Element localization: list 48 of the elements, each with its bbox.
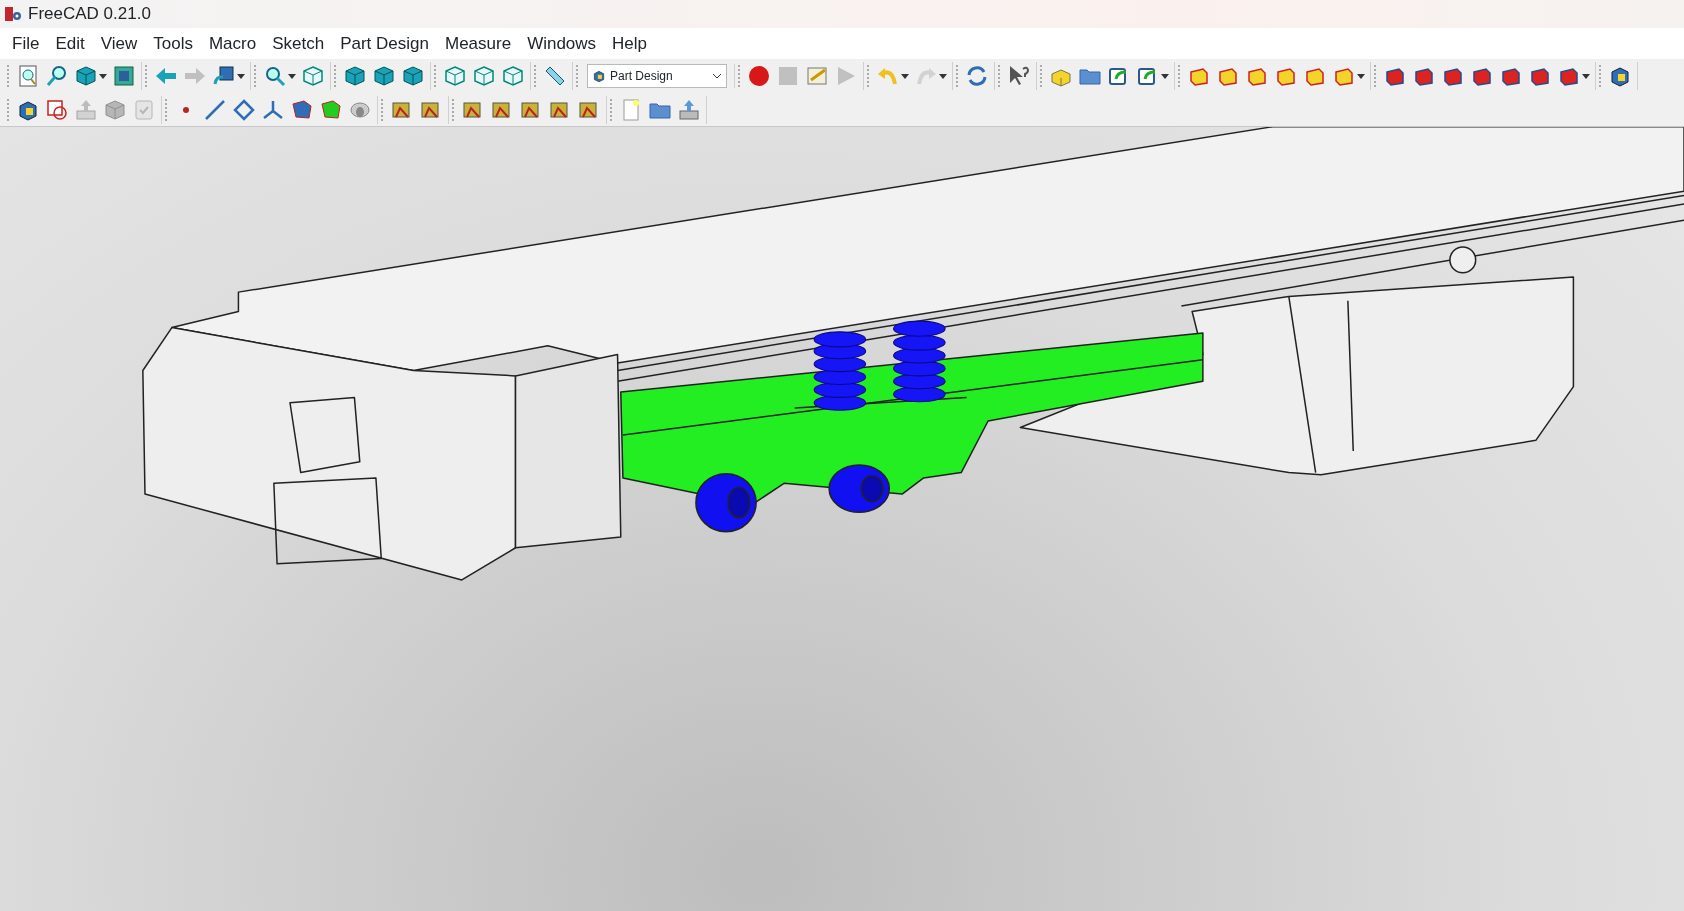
menu-item[interactable]: Part Design [332, 30, 437, 57]
cube-icon [372, 64, 396, 88]
caret-icon [237, 73, 245, 79]
wireframe-cube-icon [301, 64, 325, 88]
zoom-icon [263, 64, 287, 88]
menu-item[interactable]: Measure [437, 30, 520, 57]
wireframe-cube-icon [501, 64, 525, 88]
page-zoom-icon [16, 64, 40, 88]
menu-item[interactable]: Edit [47, 30, 93, 57]
refresh-icon [965, 64, 989, 88]
menu-item[interactable]: View [92, 30, 146, 57]
sketch-icon [45, 97, 69, 122]
stop-icon [776, 64, 800, 88]
pointer-icon [1007, 64, 1031, 88]
caret-icon [712, 73, 722, 79]
menu-item[interactable]: Sketch [264, 30, 333, 57]
record-icon [747, 64, 771, 88]
app-logo-icon [4, 5, 22, 23]
cube-icon [74, 64, 98, 88]
line-icon [203, 97, 227, 122]
filled-shape-icon [319, 97, 343, 122]
3d-viewport[interactable] [0, 127, 1684, 911]
plane-icon [232, 97, 256, 122]
caret-icon [901, 73, 909, 79]
caret-icon [99, 73, 107, 79]
magnifier-icon [45, 64, 69, 88]
workbench-dropdown[interactable]: Part Design [587, 64, 727, 88]
menu-item[interactable]: File [4, 30, 48, 57]
menu-item[interactable]: Windows [519, 30, 605, 57]
wireframe-cube-icon [472, 64, 496, 88]
menu-item[interactable]: Tools [145, 30, 201, 57]
cube-icon [401, 64, 425, 88]
workbench-icon [592, 69, 606, 83]
cube-icon [343, 64, 367, 88]
caret-icon [939, 73, 947, 79]
caret-icon [1582, 73, 1590, 79]
wireframe-cube-icon [443, 64, 467, 88]
caret-icon [288, 73, 296, 79]
point-icon [183, 106, 189, 113]
shape-icon [290, 97, 314, 122]
ruler-icon [543, 64, 567, 88]
menu-item[interactable]: Macro [200, 30, 265, 57]
menu-item[interactable]: Help [604, 30, 656, 57]
caret-icon [1161, 73, 1169, 79]
window-title: FreeCAD 0.21.0 [28, 3, 151, 26]
check-shield-icon [132, 97, 156, 122]
caret-icon [1357, 73, 1365, 79]
notepad-icon [805, 64, 829, 88]
